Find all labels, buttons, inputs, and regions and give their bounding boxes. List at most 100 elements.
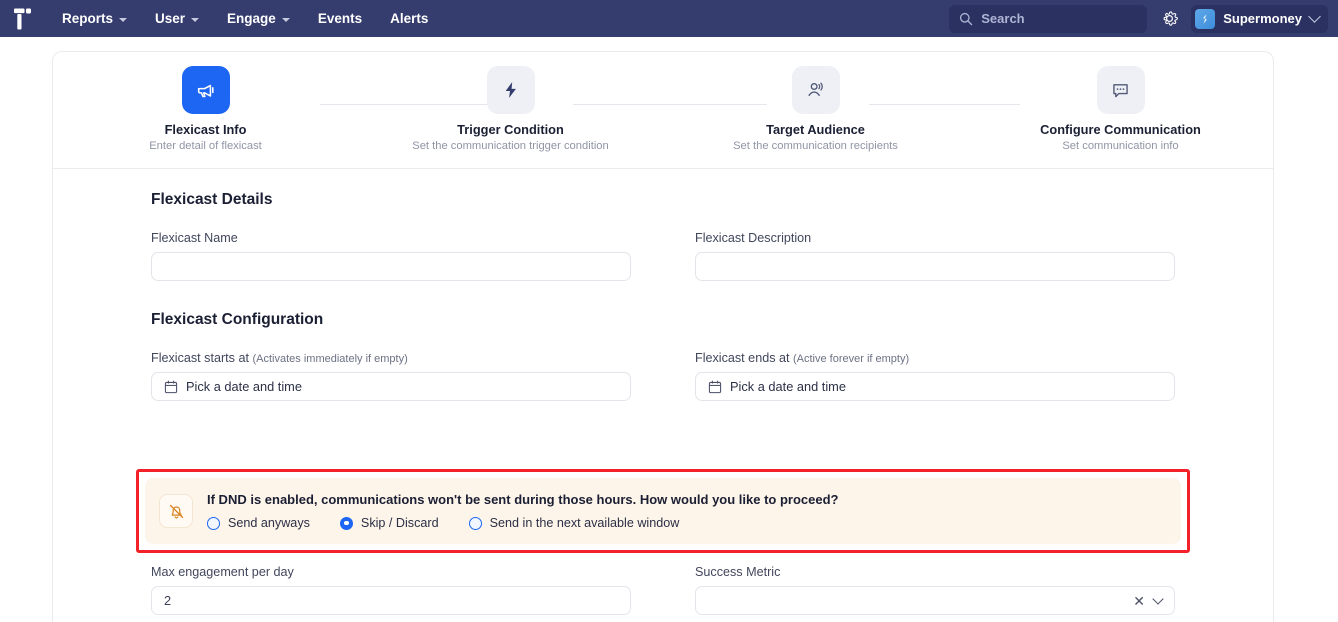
gear-icon xyxy=(1163,11,1178,26)
label-flexicast-description: Flexicast Description xyxy=(695,231,812,245)
search-icon xyxy=(960,12,973,25)
nav-right-cluster: Search Supermoney xyxy=(949,4,1328,33)
search-input[interactable]: Search xyxy=(949,4,1148,33)
dnd-question: If DND is enabled, communications won't … xyxy=(207,492,839,507)
nav-item-engage[interactable]: Engage xyxy=(213,5,304,32)
success-metric-adornments: ✕ xyxy=(1133,592,1164,608)
org-selector[interactable]: Supermoney xyxy=(1191,4,1328,33)
nav-item-label: Reports xyxy=(62,11,114,26)
chat-bubble-icon xyxy=(1113,83,1128,97)
chevron-down-icon xyxy=(1308,10,1321,23)
flexicast-wizard-card: Flexicast Info Enter detail of flexicast… xyxy=(52,51,1274,622)
settings-button[interactable] xyxy=(1157,7,1181,31)
step-title: Target Audience xyxy=(766,122,865,137)
step-icon-wrapper xyxy=(486,66,535,114)
step-flexicast-info[interactable]: Flexicast Info Enter detail of flexicast xyxy=(53,66,358,152)
org-avatar-icon xyxy=(1203,13,1208,24)
starts-at-placeholder: Pick a date and time xyxy=(186,379,302,394)
radio-indicator xyxy=(339,516,353,530)
nav-item-reports[interactable]: Reports xyxy=(48,5,141,32)
dnd-option-label: Send in the next available window xyxy=(489,516,680,530)
dnd-content: If DND is enabled, communications won't … xyxy=(207,492,838,530)
step-subtitle: Set the communication recipients xyxy=(733,140,898,152)
flexicast-form: Flexicast Details Flexicast Name Flexica… xyxy=(53,169,1273,401)
form-row-engagement: Max engagement per day 2 Success Metric … xyxy=(151,565,1175,615)
step-icon-wrapper xyxy=(1096,66,1145,114)
nav-item-label: Alerts xyxy=(390,11,429,26)
dnd-banner: If DND is enabled, communications won't … xyxy=(145,478,1181,544)
nav-item-events[interactable]: Events xyxy=(304,5,376,32)
nav-item-user[interactable]: User xyxy=(141,5,213,32)
megaphone-icon xyxy=(197,84,214,98)
step-icon-wrapper xyxy=(181,66,230,114)
dnd-highlight-frame: If DND is enabled, communications won't … xyxy=(136,469,1190,553)
radio-indicator xyxy=(468,516,482,530)
step-icon-wrapper xyxy=(791,66,840,114)
chevron-down-icon[interactable] xyxy=(1152,592,1164,605)
nav-item-label: User xyxy=(155,11,186,26)
step-target-audience[interactable]: Target Audience Set the communication re… xyxy=(663,66,968,152)
field-flexicast-name: Flexicast Name xyxy=(151,231,631,281)
label-starts-at-text: Flexicast starts at xyxy=(151,351,249,365)
ends-at-placeholder: Pick a date and time xyxy=(730,379,846,394)
label-flexicast-name: Flexicast Name xyxy=(151,231,238,245)
audience-icon xyxy=(807,82,823,97)
starts-at-datepicker[interactable]: Pick a date and time xyxy=(151,372,631,401)
dnd-option-next-window[interactable]: Send in the next available window xyxy=(468,516,680,530)
section-title-configuration: Flexicast Configuration xyxy=(151,311,324,328)
step-title: Configure Communication xyxy=(1040,122,1201,137)
chevron-down-icon xyxy=(281,17,290,22)
wizard-stepper: Flexicast Info Enter detail of flexicast… xyxy=(53,52,1273,169)
form-row-schedule: Flexicast starts at (Activates immediate… xyxy=(151,351,1175,401)
page-body: Flexicast Info Enter detail of flexicast… xyxy=(0,37,1338,622)
chevron-down-icon xyxy=(119,17,128,22)
label-ends-at-text: Flexicast ends at xyxy=(695,351,790,365)
org-name-label: Supermoney xyxy=(1223,11,1302,26)
section-title-details: Flexicast Details xyxy=(151,191,273,208)
step-configure-communication[interactable]: Configure Communication Set communicatio… xyxy=(968,66,1273,152)
field-max-engagement: Max engagement per day 2 xyxy=(151,565,631,615)
dnd-radio-group: Send anyways Skip / Discard Send in the … xyxy=(207,516,838,530)
success-metric-select[interactable]: ✕ xyxy=(695,586,1175,615)
max-engagement-value: 2 xyxy=(164,593,172,608)
nav-menu: Reports User Engage Events Alerts xyxy=(48,5,442,32)
ends-at-datepicker[interactable]: Pick a date and time xyxy=(695,372,1175,401)
label-max-engagement: Max engagement per day xyxy=(151,565,294,579)
dnd-icon-wrapper xyxy=(159,494,193,528)
step-title: Flexicast Info xyxy=(164,122,247,137)
calendar-icon xyxy=(164,380,178,393)
flexicast-description-input[interactable] xyxy=(695,252,1175,281)
field-starts-at: Flexicast starts at (Activates immediate… xyxy=(151,351,631,401)
step-subtitle: Set the communication trigger condition xyxy=(412,140,609,152)
platform-logo-icon[interactable] xyxy=(8,5,36,33)
top-navigation-bar: Reports User Engage Events Alerts Search xyxy=(0,0,1338,37)
step-subtitle: Enter detail of flexicast xyxy=(149,140,262,152)
radio-indicator xyxy=(207,516,220,530)
nav-item-label: Engage xyxy=(227,11,276,26)
field-flexicast-description: Flexicast Description xyxy=(695,231,1175,281)
calendar-icon xyxy=(708,380,722,393)
dnd-option-label: Skip / Discard xyxy=(360,516,439,530)
dnd-option-skip-discard[interactable]: Skip / Discard xyxy=(339,516,439,530)
lightning-bolt-icon xyxy=(505,82,516,98)
dnd-option-send-anyways[interactable]: Send anyways xyxy=(207,516,310,530)
form-row-details: Flexicast Name Flexicast Description xyxy=(151,231,1175,281)
step-subtitle: Set communication info xyxy=(1062,140,1179,152)
label-ends-at: Flexicast ends at (Active forever if emp… xyxy=(695,351,1175,365)
max-engagement-input[interactable]: 2 xyxy=(151,586,631,615)
chevron-down-icon xyxy=(191,17,200,22)
flexicast-name-input[interactable] xyxy=(151,252,631,281)
nav-item-label: Events xyxy=(317,11,363,26)
step-title: Trigger Condition xyxy=(457,122,564,137)
field-ends-at: Flexicast ends at (Active forever if emp… xyxy=(695,351,1175,401)
close-icon[interactable]: ✕ xyxy=(1133,594,1145,608)
label-ends-at-hint: (Active forever if empty) xyxy=(793,353,910,365)
nav-item-alerts[interactable]: Alerts xyxy=(376,5,442,32)
label-success-metric: Success Metric xyxy=(695,565,781,579)
org-avatar xyxy=(1195,8,1216,29)
step-trigger-condition[interactable]: Trigger Condition Set the communication … xyxy=(358,66,663,152)
label-starts-at: Flexicast starts at (Activates immediate… xyxy=(151,351,631,365)
field-success-metric: Success Metric ✕ xyxy=(695,565,1175,615)
label-starts-at-hint: (Activates immediately if empty) xyxy=(252,353,408,365)
dnd-option-label: Send anyways xyxy=(228,516,310,530)
